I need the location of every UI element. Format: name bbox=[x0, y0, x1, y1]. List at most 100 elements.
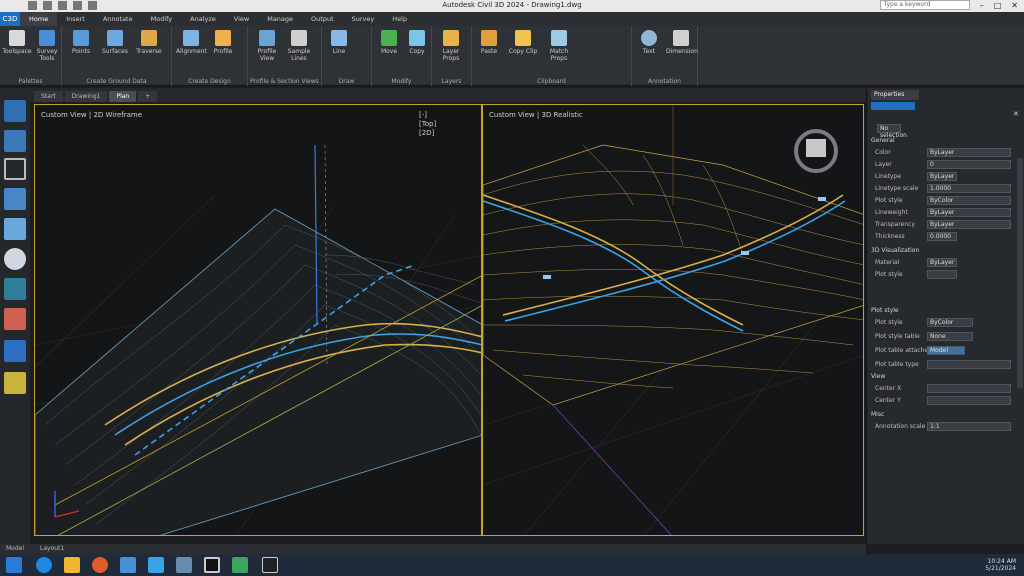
measure-tool-icon[interactable] bbox=[4, 218, 26, 240]
folder-icon[interactable] bbox=[64, 557, 80, 573]
store-icon[interactable] bbox=[120, 557, 136, 573]
start-icon[interactable] bbox=[6, 557, 22, 573]
viewport-right[interactable]: Custom View | 3D Realistic bbox=[482, 104, 864, 536]
color-field[interactable]: ByLayer bbox=[927, 148, 1011, 157]
center-y-field[interactable] bbox=[927, 396, 1011, 405]
plot-table-attached-field[interactable]: Model bbox=[927, 346, 965, 355]
section-3d-visualization[interactable]: 3D Visualization bbox=[871, 246, 919, 256]
viewcube-text[interactable]: [-] [Top] [2D] bbox=[419, 111, 436, 138]
properties-tab[interactable]: Properties bbox=[871, 90, 919, 100]
tab-help[interactable]: Help bbox=[383, 12, 416, 26]
plot-style-field[interactable]: ByColor bbox=[927, 196, 1011, 205]
palette-scrollbar[interactable] bbox=[1017, 158, 1023, 388]
viewport-left-label[interactable]: Custom View | 2D Wireframe bbox=[41, 111, 142, 119]
panel-modify: Move Copy Modify bbox=[372, 26, 432, 86]
panel-draw: Line Draw bbox=[322, 26, 372, 86]
dimension-button[interactable]: Dimension bbox=[666, 30, 698, 55]
profile-button[interactable]: Profile bbox=[208, 30, 238, 55]
thickness-field[interactable]: 0.0000 bbox=[927, 232, 957, 241]
tab-survey[interactable]: Survey bbox=[343, 12, 384, 26]
copy-button[interactable]: Copy bbox=[402, 30, 432, 55]
viewport-left[interactable]: Custom View | 2D Wireframe [-] [Top] [2D… bbox=[34, 104, 482, 536]
points-button[interactable]: Points bbox=[66, 30, 96, 55]
browser-icon[interactable] bbox=[92, 557, 108, 573]
tab-analyze[interactable]: Analyze bbox=[181, 12, 225, 26]
section-misc[interactable]: Misc bbox=[871, 410, 884, 420]
dimension-icon bbox=[673, 30, 689, 46]
viewport-right-label[interactable]: Custom View | 3D Realistic bbox=[489, 111, 583, 119]
doc-tab-plan[interactable]: Plan bbox=[109, 91, 137, 102]
traverse-button[interactable]: Traverse bbox=[134, 30, 164, 55]
material-field[interactable]: ByLayer bbox=[927, 258, 957, 267]
layout-tab[interactable]: Layout1 bbox=[40, 545, 64, 552]
alignment-button[interactable]: Alignment bbox=[176, 30, 207, 55]
app-icon[interactable] bbox=[176, 557, 192, 573]
tab-insert[interactable]: Insert bbox=[57, 12, 94, 26]
close-icon[interactable]: ✕ bbox=[1011, 1, 1018, 10]
plot-style-table-field[interactable]: None bbox=[927, 332, 973, 341]
clock-time: 10:24 AM bbox=[987, 558, 1016, 565]
layer-field[interactable]: 0 bbox=[927, 160, 1011, 169]
dimension-tool-icon[interactable] bbox=[4, 188, 26, 210]
linetype-field[interactable]: ByLayer bbox=[927, 172, 957, 181]
note-tool-icon[interactable] bbox=[4, 372, 26, 394]
tab-annotate[interactable]: Annotate bbox=[94, 12, 142, 26]
plot-style2-field[interactable]: ByColor bbox=[927, 318, 973, 327]
title-bar: Autodesk Civil 3D 2024 - Drawing1.dwg Ty… bbox=[0, 0, 1024, 12]
search-input[interactable]: Type a keyword bbox=[879, 0, 970, 10]
toolspace-button[interactable]: Toolspace bbox=[2, 30, 32, 55]
left-toolbar bbox=[0, 96, 30, 544]
pen-tool-icon[interactable] bbox=[4, 130, 26, 152]
maximize-icon[interactable]: □ bbox=[994, 1, 1002, 10]
plot-table-type-field[interactable] bbox=[927, 360, 1011, 369]
transparency-field[interactable]: ByLayer bbox=[927, 220, 1011, 229]
tab-home[interactable]: Home bbox=[20, 12, 58, 26]
linetype-scale-field[interactable]: 1.0000 bbox=[927, 184, 1011, 193]
tab-view[interactable]: View bbox=[225, 12, 258, 26]
text-icon bbox=[641, 30, 657, 46]
surface-tool-icon[interactable] bbox=[4, 278, 26, 300]
tab-output[interactable]: Output bbox=[302, 12, 343, 26]
minimize-icon[interactable]: – bbox=[980, 1, 984, 10]
civil3d-icon[interactable] bbox=[204, 557, 220, 573]
edge-icon[interactable] bbox=[36, 557, 52, 573]
paste-button[interactable]: Paste bbox=[474, 30, 504, 55]
application-menu-button[interactable]: C3D bbox=[0, 12, 20, 26]
copy-clip-button[interactable]: Copy Clip bbox=[508, 30, 538, 55]
mail-icon[interactable] bbox=[148, 557, 164, 573]
layer-tool-icon[interactable] bbox=[4, 340, 26, 362]
system-tray[interactable]: 10:24 AM 5/21/2024 bbox=[985, 558, 1016, 572]
doc-tab-drawing1[interactable]: Drawing1 bbox=[64, 91, 108, 102]
surfaces-button[interactable]: Surfaces bbox=[100, 30, 130, 55]
tab-manage[interactable]: Manage bbox=[258, 12, 302, 26]
doc-tab-start[interactable]: Start bbox=[34, 91, 63, 102]
model-tab[interactable]: Model bbox=[6, 545, 24, 552]
sample-lines-icon bbox=[291, 30, 307, 46]
line-button[interactable]: Line bbox=[324, 30, 354, 55]
survey-tools-button[interactable]: Survey Tools bbox=[32, 30, 62, 62]
eraser-tool-icon[interactable] bbox=[4, 308, 26, 330]
match-props-button[interactable]: Match Props bbox=[544, 30, 574, 62]
section-plot-style[interactable]: Plot style bbox=[871, 306, 899, 316]
lineweight-field[interactable]: ByLayer bbox=[927, 208, 1011, 217]
arc-tool-icon[interactable] bbox=[4, 158, 26, 180]
close-icon[interactable]: ✕ bbox=[1013, 110, 1019, 118]
selection-dropdown[interactable]: No selection bbox=[877, 124, 907, 139]
visual-plot-style-field[interactable] bbox=[927, 270, 957, 279]
tab-modify[interactable]: Modify bbox=[142, 12, 182, 26]
section-general[interactable]: General bbox=[871, 136, 895, 146]
sample-lines-button[interactable]: Sample Lines bbox=[284, 30, 314, 62]
layer-props-button[interactable]: Layer Props bbox=[436, 30, 466, 62]
sphere-tool-icon[interactable] bbox=[4, 248, 26, 270]
section-view[interactable]: View bbox=[871, 372, 885, 382]
new-tab-button[interactable]: + bbox=[138, 91, 158, 102]
text-button[interactable]: Text bbox=[634, 30, 664, 55]
move-button[interactable]: Move bbox=[374, 30, 404, 55]
annotation-scale-field[interactable]: 1:1 bbox=[927, 422, 1011, 431]
profile-view-button[interactable]: Profile View bbox=[252, 30, 282, 62]
autocad-icon[interactable] bbox=[262, 557, 278, 573]
center-x-field[interactable] bbox=[927, 384, 1011, 393]
maps-icon[interactable] bbox=[232, 557, 248, 573]
navigation-wheel[interactable] bbox=[794, 129, 838, 173]
select-tool-icon[interactable] bbox=[4, 100, 26, 122]
